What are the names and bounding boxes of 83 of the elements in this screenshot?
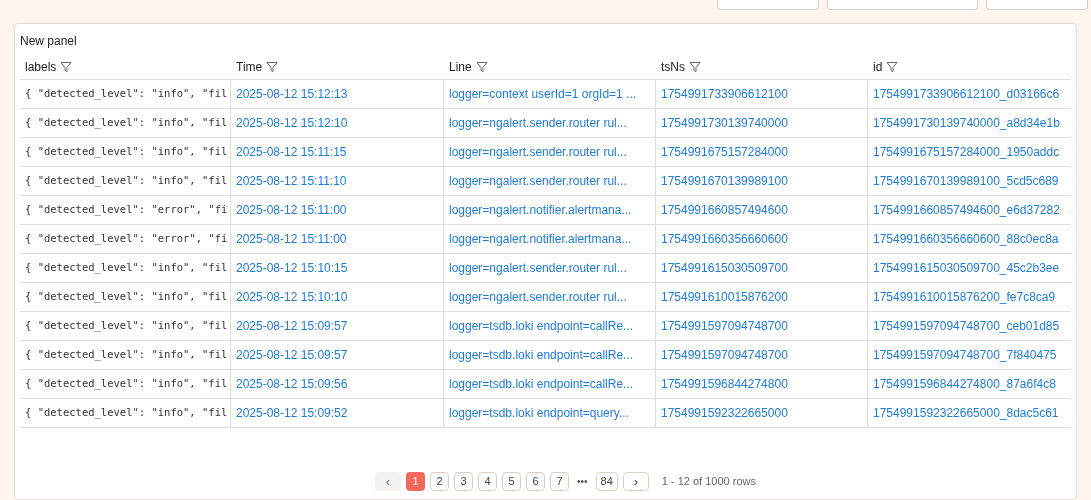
table-cell-link[interactable]: 2025-08-12 15:10:10 [236,288,348,306]
table-cell-link[interactable]: logger=ngalert.notifier.alertmana... [449,230,632,248]
table-cell-link[interactable]: 2025-08-12 15:10:15 [236,259,348,277]
table-cell: { "detected_level": "info", "fil [25,86,228,102]
table-cell: { "detected_level": "info", "fil [25,376,228,392]
table-cell: { "detected_level": "info", "fil [25,318,228,334]
filter-icon[interactable] [886,60,899,73]
table-cell-link[interactable]: 1754991597094748700 [661,346,788,364]
table-cell-link[interactable]: logger=tsdb.loki endpoint=callRe... [449,375,634,393]
table-cell: { "detected_level": "info", "fil [25,260,228,276]
table-cell: { "detected_level": "info", "fil [25,289,228,305]
column-header[interactable]: tsNs [661,57,685,76]
table-cell-link[interactable]: 2025-08-12 15:11:00 [236,230,347,248]
filter-icon[interactable] [689,60,701,73]
page-button[interactable]: 6 [526,472,546,491]
table-cell-link[interactable]: 2025-08-12 15:09:56 [236,375,348,393]
page-button[interactable]: 7 [550,472,570,491]
table-cell-link[interactable]: 1754991610015876200_fe7c8ca9 [873,288,1056,306]
table-cell-link[interactable]: 1754991597094748700_ceb01d85 [873,317,1060,335]
column-header[interactable]: labels [25,57,57,76]
table-cell-link[interactable]: 2025-08-12 15:12:10 [236,114,348,132]
table-cell-link[interactable]: 1754991660857494600_e6d37282 [873,201,1060,219]
table-cell-link[interactable]: logger=context userId=1 orgId=1 ... [449,85,637,103]
table-cell-link[interactable]: logger=tsdb.loki endpoint=callRe... [449,346,634,364]
table-cell-link[interactable]: 1754991733906612100 [661,85,788,103]
page-button[interactable]: 1 [406,472,426,491]
table-cell-link[interactable]: 2025-08-12 15:09:57 [236,317,348,335]
column-header[interactable]: Time [236,57,263,76]
column-header[interactable]: id [873,57,883,76]
table-cell-link[interactable]: 1754991730139740000_a8d34e1b [873,114,1060,132]
table-cell-link[interactable]: 1754991660356660600 [661,230,788,248]
table-cell-link[interactable]: 1754991597094748700 [661,317,788,335]
page-button[interactable]: 2 [430,472,450,491]
table-cell-link[interactable]: logger=tsdb.loki endpoint=callRe... [449,317,634,335]
column-header[interactable]: Line [449,57,472,76]
table-cell-link[interactable]: 1754991610015876200 [661,288,788,306]
table-cell: { "detected_level": "info", "fil [25,405,228,421]
table-cell-link[interactable]: logger=tsdb.loki endpoint=query... [449,404,629,422]
table-cell-link[interactable]: 1754991733906612100_d03166c6 [873,85,1060,103]
table-cell-link[interactable]: 1754991670139989100_5cd5c689 [873,172,1059,190]
table-cell-link[interactable]: logger=ngalert.sender.router rul... [449,143,627,161]
table-cell-link[interactable]: 2025-08-12 15:09:57 [236,346,348,364]
table-cell-link[interactable]: 2025-08-12 15:09:52 [236,404,348,422]
table-cell: { "detected_level": "info", "fil [25,115,228,131]
table-cell: { "detected_level": "info", "fil [25,173,228,189]
page-button[interactable]: 84 [595,472,618,491]
page-button[interactable]: 5 [502,472,522,491]
table-cell-link[interactable]: 1754991675157284000 [661,143,788,161]
filter-icon[interactable] [266,60,279,73]
table-cell-link[interactable]: 1754991670139989100 [661,172,788,190]
table-cell-link[interactable]: 1754991660356660600_88c0ec8a [873,230,1059,248]
next-page-button[interactable]: › [622,472,649,491]
table-cell-link[interactable]: 1754991596844274800_87a6f4c8 [873,375,1056,393]
table-cell-link[interactable]: logger=ngalert.sender.router rul... [449,114,627,132]
table-cell-link[interactable]: 1754991615030509700 [661,259,788,277]
table-cell: { "detected_level": "info", "fil [25,347,228,363]
table-cell-link[interactable]: logger=ngalert.sender.router rul... [449,172,627,190]
table-cell: { "detected_level": "info", "fil [25,144,228,160]
filter-icon[interactable] [475,60,488,73]
previous-page-button[interactable]: ‹ [375,472,402,491]
table-cell-link[interactable]: 2025-08-12 15:11:15 [236,143,347,161]
page-button[interactable]: 3 [454,472,474,491]
table-cell-link[interactable]: logger=ngalert.notifier.alertmana... [449,201,632,219]
filter-icon[interactable] [60,60,73,73]
table-cell-link[interactable]: 1754991592322665000 [661,404,788,422]
table-cell-link[interactable]: 2025-08-12 15:11:00 [236,201,347,219]
table-cell-link[interactable]: logger=ngalert.sender.router rul... [449,259,627,277]
pagination-ellipsis: ••• [576,475,589,489]
table-cell-link[interactable]: 1754991596844274800 [661,375,788,393]
table-cell-link[interactable]: 1754991592322665000_8dac5c61 [873,404,1059,422]
table-cell-link[interactable]: 1754991730139740000 [661,114,788,132]
table-cell: { "detected_level": "error", "fi [25,202,228,218]
table-cell-link[interactable]: 1754991615030509700_45c2b3ee [873,259,1060,277]
table-cell-link[interactable]: logger=ngalert.sender.router rul... [449,288,627,306]
table-cell-link[interactable]: 2025-08-12 15:12:13 [236,85,348,103]
panel-title: New panel [20,34,77,48]
table-cell-link[interactable]: 1754991660857494600 [661,201,788,219]
row-count: 1 - 12 of 1000 rows [661,474,756,490]
table-cell-link[interactable]: 1754991597094748700_7f840475 [873,346,1057,364]
table-cell: { "detected_level": "error", "fi [25,231,228,247]
table-cell-link[interactable]: 1754991675157284000_1950addc [873,143,1060,161]
table-cell-link[interactable]: 2025-08-12 15:11:10 [236,172,347,190]
page-button[interactable]: 4 [478,472,498,491]
